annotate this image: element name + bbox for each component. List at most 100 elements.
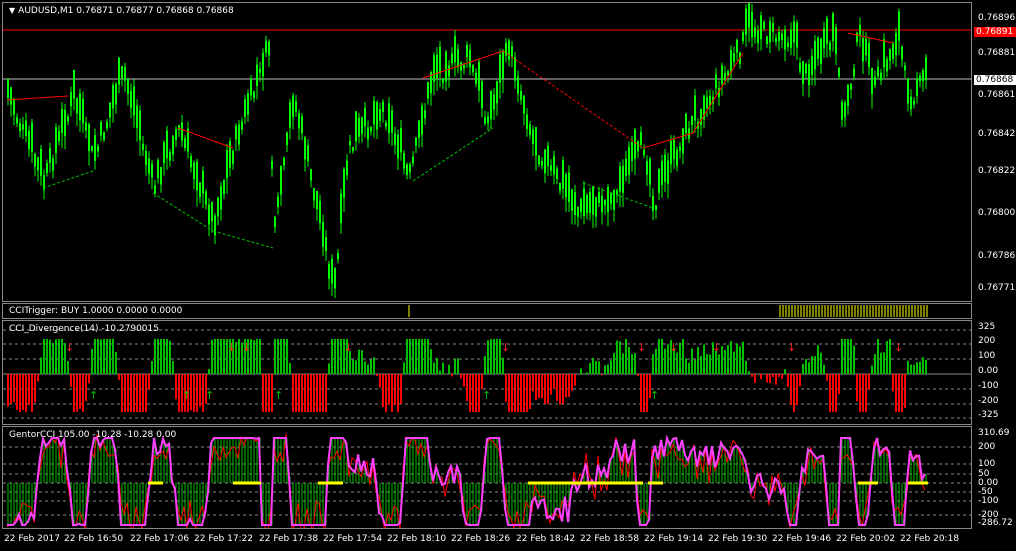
candle-body [73,69,75,99]
cci-bar [100,339,102,374]
cci-bar [451,374,453,377]
gentor-cci-pane[interactable]: GentorCCI 105.00 -10.28 -10.28 0.00 [2,426,972,529]
cci-bar [622,353,624,374]
down-arrow-icon: ↓ [227,341,236,354]
cci-bar [154,339,156,374]
cci-bar [613,353,615,374]
cci-bar [715,350,717,374]
cci-bar [76,374,78,412]
trigger-bar [926,305,928,317]
price-label: 0.76842 [978,129,1016,139]
candle-body [184,138,186,149]
cci-bar [370,359,372,374]
time-axis[interactable]: 22 Feb 2017 22 Feb 16:50 22 Feb 17:06 22… [2,531,972,549]
candle-body [370,127,372,132]
candle-body [625,158,627,177]
candle-body [817,37,819,59]
cci-bar [823,364,825,374]
trigger-bar [845,305,847,317]
cci-bar [382,374,384,408]
candle-body [172,135,174,155]
cci-bar [814,356,816,374]
candle-body [181,122,183,141]
candle-body [589,191,591,213]
cci-bar [697,347,699,374]
cci-bar [31,374,33,412]
triangle-down-icon[interactable]: ▼ [9,6,15,15]
candle-body [247,93,249,115]
price-chart-canvas[interactable] [3,3,971,301]
candle-body [643,149,645,155]
cci-bar [271,374,273,412]
cci-bar [274,339,276,374]
time-label: 22 Feb 20:02 [836,534,896,544]
cci-divergence-pane[interactable]: ↓ ↓ ↓ ↓ ↓ ↓ ↓ ↓ ↓ ↓ ↑ ↑ ↑ ↑ ↑ ↑ CCI_Divergence(14) -10.… [2,320,972,425]
trigger-bar [887,305,889,317]
candle-body [481,81,483,109]
time-label: 22 Feb 18:26 [451,534,511,544]
trigger-bar [923,305,925,317]
cci-bar [721,346,723,374]
cci-bar [847,339,849,374]
cci-bar [133,374,135,412]
cci-bar [454,359,456,374]
cci-bar [748,371,750,374]
candle-body [226,150,228,179]
cci-bar [325,374,327,412]
candle-body [166,130,168,159]
cci-bar [688,362,690,374]
trigger-bar [881,305,883,317]
cci-bar [610,360,612,374]
cci-level-label: -200 [978,396,999,406]
candle-body [169,151,171,161]
cci-divergence-canvas[interactable]: ↓ ↓ ↓ ↓ ↓ ↓ ↓ ↓ ↓ ↓ ↑ ↑ ↑ ↑ ↑ ↑ [3,321,971,424]
candle-body [832,13,834,42]
candle-body [883,39,885,68]
candle-body [55,127,57,153]
trigger-bar [806,305,808,317]
cci-bar [736,343,738,374]
cci-bar [754,374,756,383]
candle-body [13,99,15,115]
gentor-axis[interactable]: 310.69 200 100 50 0.00 -50 -100 -200 -28… [972,426,1016,529]
price-chart-pane[interactable]: ▼ AUDUSD,M1 0.76871 0.76877 0.76868 0.768… [2,2,972,302]
cci-trigger-pane[interactable]: CCITrigger: BUY 1.0000 0.0000 0.0000 [2,303,972,319]
candle-body [541,161,543,166]
candle-body [520,91,522,100]
cci-bar [568,374,570,397]
candle-body [628,146,630,175]
candle-body [922,70,924,82]
chart-title-text: AUDUSD,M1 0.76871 0.76877 0.76868 0.7686… [18,6,234,16]
trigger-bar [866,305,868,317]
candle-body [199,182,201,198]
cci-bar [925,359,927,374]
gentor-cci-canvas[interactable] [3,427,971,528]
cci-axis[interactable]: 325 200 100 0.00 -100 -200 -325 [972,320,1016,425]
cci-bar [127,374,129,412]
candle-body [571,189,573,211]
candle-body [256,64,258,87]
trigger-bar [920,305,922,317]
cci-bar [16,374,18,410]
candle-body [340,193,342,224]
cci-bar [139,374,141,412]
candle-body [349,140,351,146]
candle-body [352,147,354,152]
candle-body [745,8,747,35]
candle-body [373,100,375,125]
candle-body [262,52,264,77]
candle-body [562,160,564,190]
candle-body [328,263,330,279]
candle-body [277,196,279,208]
price-axis[interactable]: 0.76896 0.76891 0.76881 0.76868 0.76861 … [972,2,1016,302]
candle-body [634,129,636,159]
cci-bar [142,374,144,412]
candle-body [490,91,492,120]
cci-bar [694,359,696,374]
cci-bar [13,374,15,403]
candle-body [823,28,825,49]
candle-body [61,108,63,133]
candle-body [673,139,675,159]
candle-body [193,162,195,180]
candle-body [301,116,303,134]
